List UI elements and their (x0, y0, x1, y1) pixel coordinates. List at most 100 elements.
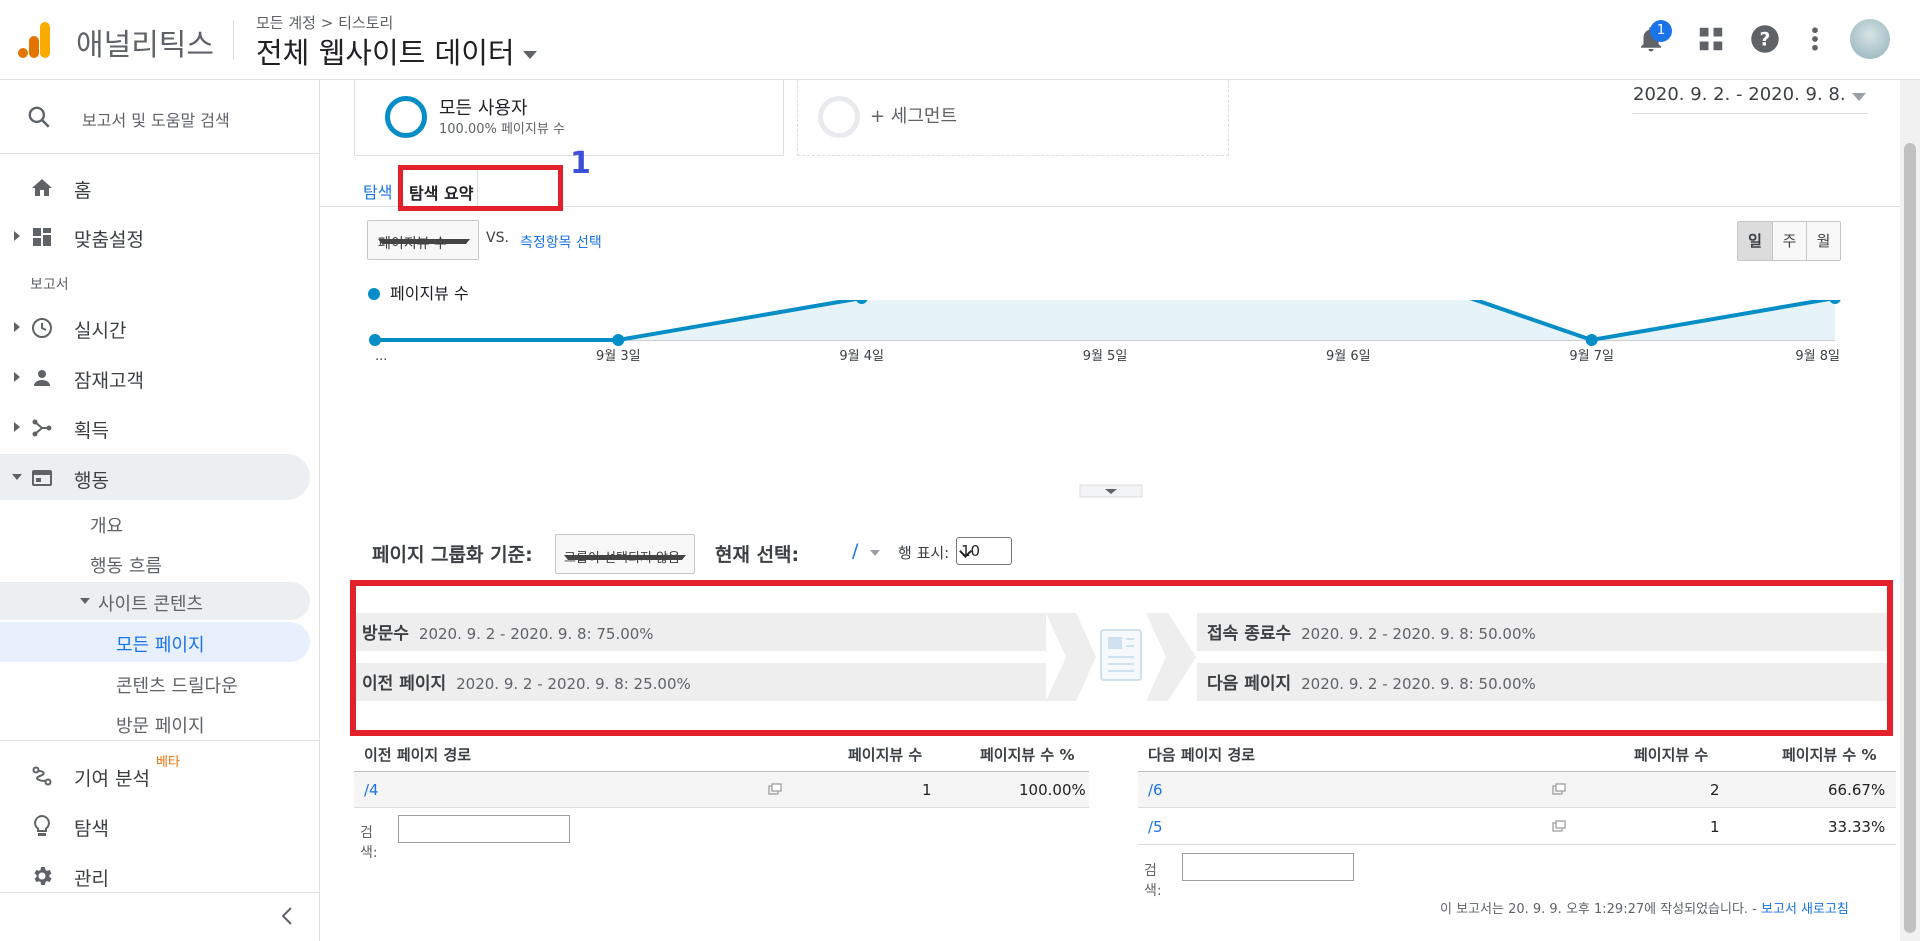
table-row[interactable]: /4 1 100.00% (354, 772, 1089, 808)
add-segment-button[interactable]: + 세그먼트 (797, 80, 1229, 156)
sidebar-item-audience[interactable]: 잠재고객 (0, 354, 320, 400)
chevron-down-icon[interactable] (870, 550, 880, 556)
open-page-icon[interactable] (768, 783, 782, 795)
sidebar-item-site-content[interactable]: 사이트 콘텐츠 (0, 582, 310, 620)
sidebar-item-label: 관리 (74, 868, 109, 890)
top-bar: 애널리틱스 모든 계정 > 티스토리 전체 웹사이트 데이터 1 ? (0, 0, 1920, 80)
analytics-logo-icon[interactable] (18, 22, 52, 58)
chevron-down-icon (522, 51, 537, 59)
segment-all-users[interactable]: 모든 사용자 100.00% 페이지뷰 수 (354, 80, 784, 156)
open-page-icon[interactable] (1552, 783, 1566, 795)
page-views-pct: 100.00% (1019, 781, 1086, 799)
column-header-views[interactable]: 페이지뷰 수 (848, 744, 922, 765)
open-page-icon[interactable] (1552, 820, 1566, 832)
page-scrollbar[interactable] (1900, 80, 1920, 941)
flow-entrances-label: 방문수 2020. 9. 2 - 2020. 9. 8: 75.00% (362, 624, 654, 644)
help-icon[interactable]: ? (1750, 24, 1780, 54)
chevron-right-icon (14, 231, 20, 241)
gear-icon (34, 867, 52, 885)
grouping-select[interactable]: 그룹이 선택되지 않음 (555, 534, 695, 574)
page-views-value: 1 (1710, 818, 1720, 836)
sidebar-item-label: 획득 (74, 420, 109, 442)
table-row[interactable]: /6 2 66.67% (1138, 772, 1896, 808)
column-header-pct[interactable]: 페이지뷰 수 % (1782, 744, 1876, 765)
sidebar-item-label: 잠재고객 (74, 370, 144, 392)
column-header-pct[interactable]: 페이지뷰 수 % (980, 744, 1074, 765)
scrollbar-thumb[interactable] (1904, 143, 1916, 933)
refresh-report-link[interactable]: 보고서 새로고침 (1761, 902, 1849, 917)
sidebar-item-label: 홈 (74, 180, 92, 202)
sidebar-item-label: 탐색 (74, 818, 109, 840)
granularity-toggle: 일 주 월 (1737, 221, 1841, 261)
page-path-link[interactable]: /4 (364, 781, 379, 799)
app-name: 애널리틱스 (76, 28, 214, 63)
column-header-views[interactable]: 페이지뷰 수 (1634, 744, 1708, 765)
pageviews-chart: 24 ...9월 3일9월 4일9월 5일9월 6일9월 7일9월 8일 (369, 300, 1841, 498)
annotation-number: 1 (570, 146, 591, 181)
data-point[interactable] (369, 334, 381, 346)
page-path-link[interactable]: /6 (1148, 781, 1163, 799)
annotation-highlight-box (398, 165, 563, 211)
report-generated-note: 이 보고서는 20. 9. 9. 오후 1:29:27에 작성되었습니다. - (1440, 902, 1757, 917)
rows-select[interactable]: 10 (956, 537, 1012, 565)
page-views-value: 1 (922, 781, 932, 799)
reports-section-label: 보고서 (30, 277, 69, 293)
more-vert-icon[interactable] (1800, 24, 1830, 54)
current-selection-value[interactable]: / (852, 540, 858, 562)
data-point[interactable] (1585, 334, 1598, 346)
sidebar-item-overview[interactable]: 개요 (90, 512, 123, 538)
svg-text:?: ? (1760, 29, 1771, 50)
person-icon (34, 370, 50, 386)
next-table-search-input[interactable] (1182, 853, 1354, 881)
granularity-week-button[interactable]: 주 (1772, 222, 1806, 260)
vs-label: VS. (486, 230, 509, 246)
column-header-path[interactable]: 이전 페이지 경로 (364, 744, 471, 765)
behavior-icon (32, 470, 52, 486)
x-tick-label: 9월 5일 (1083, 349, 1128, 364)
segment-subtitle: 100.00% 페이지뷰 수 (439, 122, 565, 137)
data-point[interactable] (612, 334, 625, 346)
flow-entrances: 방문수 2020. 9. 2 - 2020. 9. 8: 75.00% (356, 613, 1046, 651)
segment-name: 모든 사용자 (439, 98, 528, 119)
table-search-label: 검색: (1144, 863, 1162, 899)
sidebar-item-label: 모든 페이지 (116, 635, 205, 656)
sidebar-item-content-drilldown[interactable]: 콘텐츠 드릴다운 (116, 672, 238, 698)
column-header-path[interactable]: 다음 페이지 경로 (1148, 744, 1255, 765)
notification-badge: 1 (1650, 20, 1672, 42)
sidebar-item-all-pages[interactable]: 모든 페이지 (0, 622, 310, 662)
view-selector[interactable]: 전체 웹사이트 데이터 (256, 30, 537, 72)
sidebar-item-customization[interactable]: 맞춤설정 (0, 213, 320, 259)
add-segment-label: + 세그먼트 (870, 106, 958, 127)
chevron-left-icon[interactable] (280, 906, 294, 926)
apps-grid-icon[interactable] (1696, 24, 1726, 54)
previous-table-search-input[interactable] (398, 815, 570, 843)
table-row[interactable]: /5 1 33.33% (1138, 809, 1896, 845)
sidebar-item-home[interactable]: 홈 (0, 164, 320, 210)
search-icon (28, 106, 50, 128)
lightbulb-icon (34, 814, 50, 836)
page-views-pct: 33.33% (1828, 818, 1886, 836)
sidebar-item-acquisition[interactable]: 획득 (0, 404, 320, 450)
date-range-text: 2020. 9. 2. - 2020. 9. 8. (1633, 84, 1846, 105)
sidebar-item-discover[interactable]: 탐색 (0, 802, 320, 848)
date-range-selector[interactable]: 2020. 9. 2. - 2020. 9. 8. (1633, 84, 1868, 114)
avatar[interactable] (1850, 19, 1890, 59)
report-main: 모든 사용자 100.00% 페이지뷰 수 + 세그먼트 2020. 9. 2.… (320, 80, 1900, 941)
page-path-link[interactable]: /5 (1148, 818, 1163, 836)
select-compare-metric-link[interactable]: 측정항목 선택 (520, 232, 602, 252)
sidebar-item-behavior-flow[interactable]: 행동 흐름 (90, 552, 162, 578)
chevron-down-icon (1852, 93, 1866, 101)
granularity-month-button[interactable]: 월 (1806, 222, 1840, 260)
legend-swatch (368, 288, 380, 300)
sidebar-item-landing-pages[interactable]: 방문 페이지 (116, 712, 205, 738)
granularity-day-button[interactable]: 일 (1738, 222, 1772, 260)
x-tick-label: 9월 3일 (596, 349, 641, 364)
sidebar-item-realtime[interactable]: 실시간 (0, 304, 320, 350)
flow-exits-label: 접속 종료수 2020. 9. 2 - 2020. 9. 8: 50.00% (1207, 624, 1536, 644)
tab-explore[interactable]: 탐색 (363, 179, 392, 203)
sidebar: 보고서 및 도움말 검색 홈 맞춤설정 보고서 실시간 잠재고객 획득 행동 개… (0, 80, 320, 941)
metric-select[interactable]: 페이지뷰 수 (367, 220, 479, 260)
sidebar-item-behavior[interactable]: 행동 (0, 454, 310, 500)
view-name: 전체 웹사이트 데이터 (256, 36, 515, 70)
sidebar-search[interactable]: 보고서 및 도움말 검색 (0, 80, 320, 154)
